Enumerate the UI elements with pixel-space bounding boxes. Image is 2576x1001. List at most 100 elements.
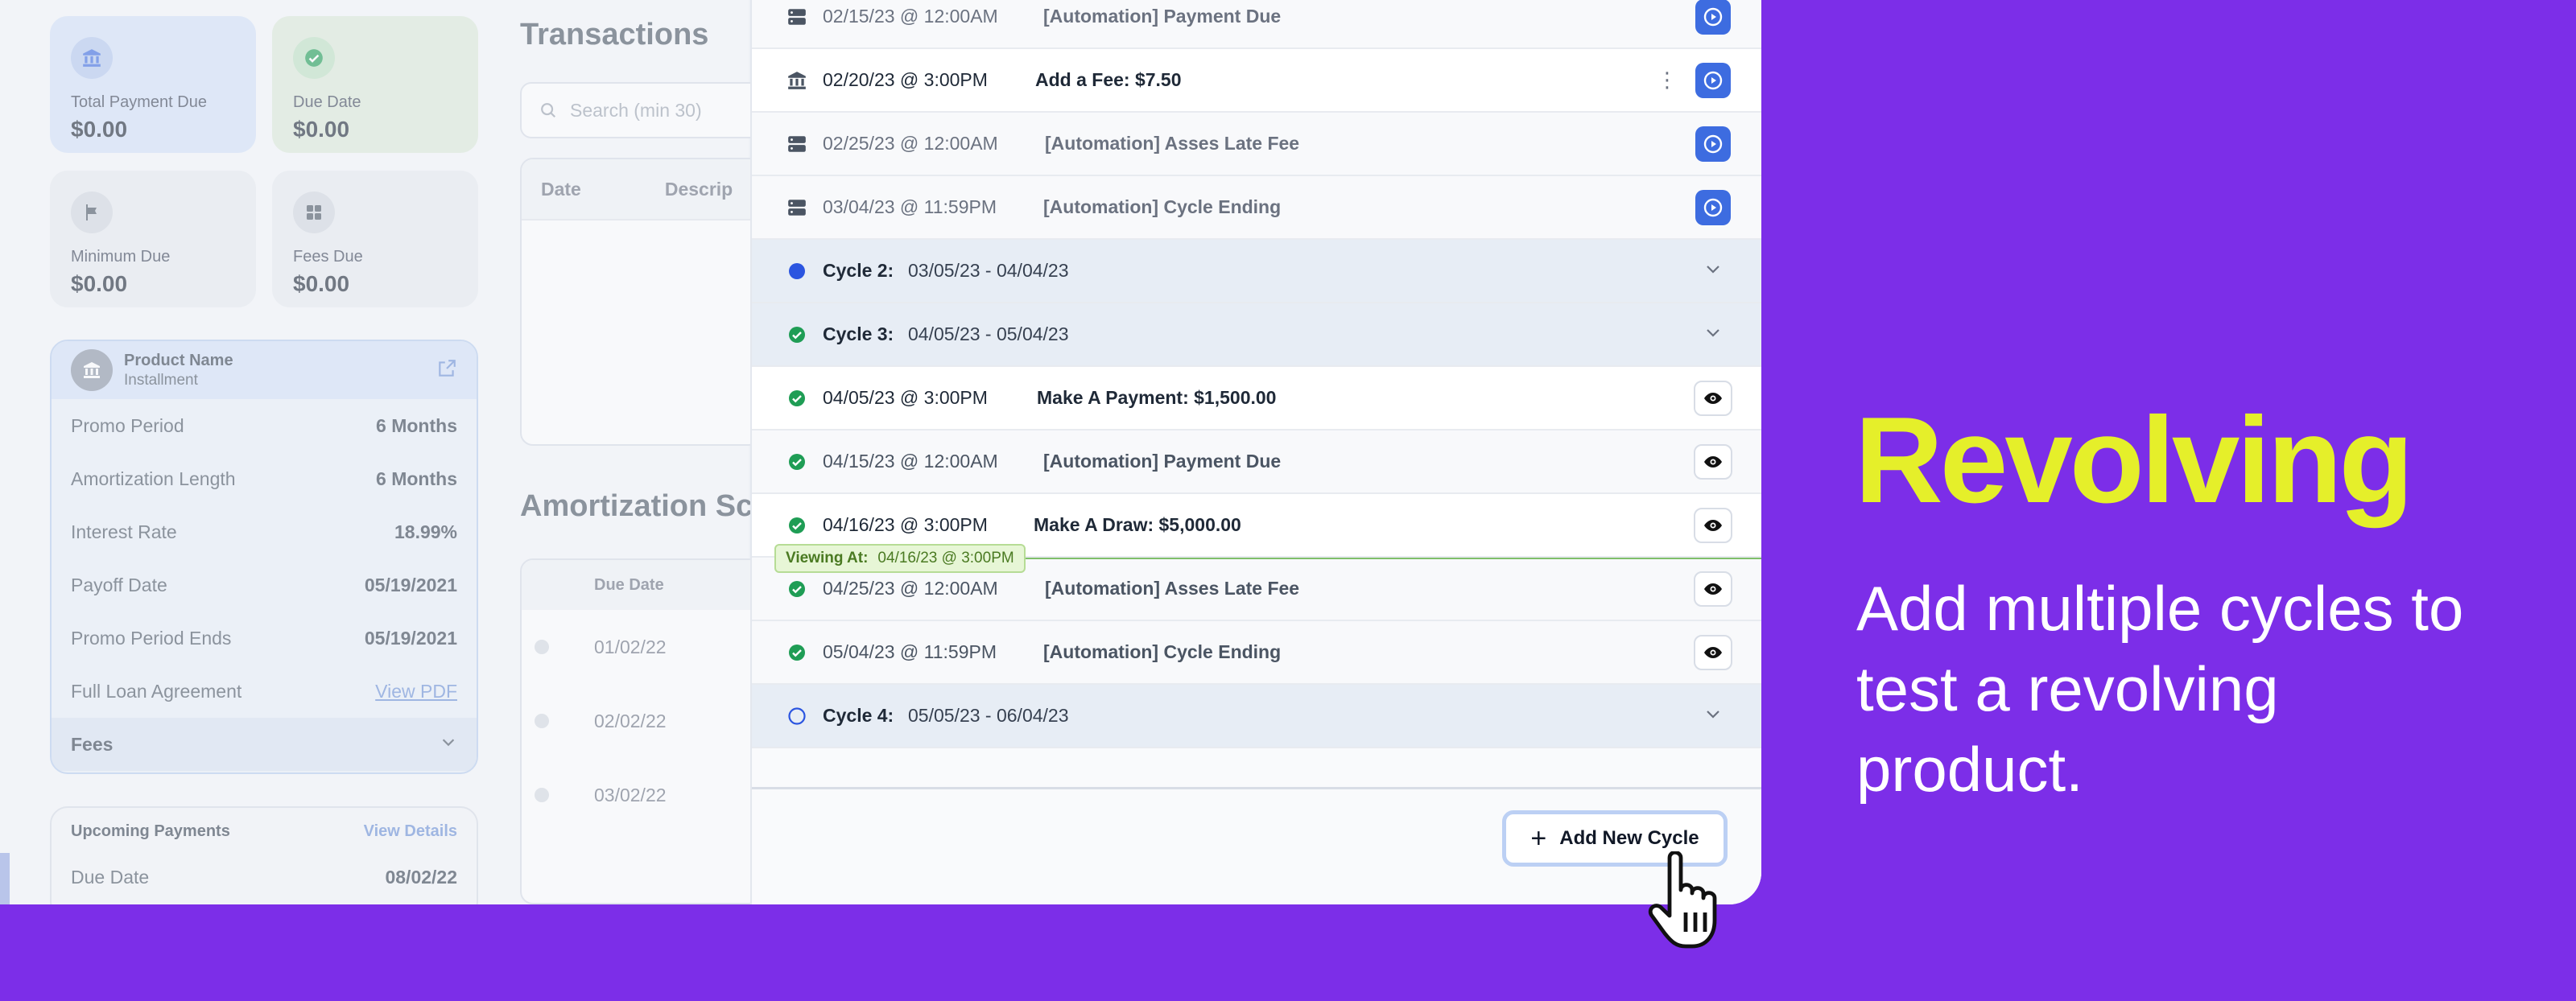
event-date: 03/04/23 @ 11:59PM: [823, 196, 997, 217]
row-label: Payoff Date: [71, 574, 167, 595]
external-link-icon[interactable]: [436, 358, 457, 383]
chevron-down-icon[interactable]: [1703, 259, 1723, 282]
row-due-date: 02/02/22: [594, 710, 667, 731]
row-due-date: 01/02/22: [594, 636, 667, 657]
scroll-indicator: [0, 853, 10, 904]
event-name: [Automation] Payment Due: [1043, 451, 1282, 472]
product-row-amortization-length: Amortization Length 6 Months: [52, 452, 477, 505]
upcoming-payments-card: Upcoming Payments View Details Due Date …: [50, 806, 478, 904]
event-date: 05/04/23 @ 11:59PM: [823, 641, 997, 662]
event-name: [Automation] Cycle Ending: [1043, 196, 1282, 217]
cycle-label: Cycle 2:: [823, 260, 894, 281]
flag-icon: [71, 192, 113, 233]
stat-value: $0.00: [71, 271, 128, 296]
stat-card-minimum-due: Minimum Due $0.00: [50, 171, 256, 307]
check-circle-icon: [786, 387, 808, 410]
stat-card-due-date: Due Date $0.00: [272, 16, 478, 153]
cycle-range: 05/05/23 - 06/04/23: [908, 705, 1069, 726]
cycle-row-4[interactable]: Cycle 4: 05/05/23 - 06/04/23: [752, 685, 1761, 748]
view-button[interactable]: [1694, 507, 1732, 543]
stat-card-total-payment-due: Total Payment Due $0.00: [50, 16, 256, 153]
check-circle-icon: [786, 641, 808, 664]
viewing-at-tag: Viewing At: 04/16/23 @ 3:00PM: [774, 544, 1026, 573]
row-value: 18.99%: [394, 521, 457, 542]
product-header: Product Name Installment: [52, 341, 477, 399]
pending-cycle-icon: [786, 705, 808, 727]
view-details-link[interactable]: View Details: [364, 822, 457, 841]
view-pdf-link[interactable]: View PDF: [375, 681, 457, 702]
row-value: 05/19/2021: [364, 627, 457, 649]
timeline-row[interactable]: 02/20/23 @ 3:00PM Add a Fee: $7.50 ⋮: [752, 49, 1761, 113]
column-header-description[interactable]: Descrip: [665, 179, 733, 200]
grid-icon: [293, 192, 335, 233]
cycle-range: 03/05/23 - 04/04/23: [908, 260, 1069, 281]
check-circle-icon: [786, 514, 808, 537]
view-button[interactable]: [1694, 380, 1732, 416]
row-value: 6 Months: [376, 468, 457, 489]
upcoming-title: Upcoming Payments: [71, 822, 230, 840]
timeline-row[interactable]: 03/04/23 @ 11:59PM [Automation] Cycle En…: [752, 176, 1761, 240]
timeline-row[interactable]: 02/25/23 @ 12:00AM [Automation] Asses La…: [752, 113, 1761, 176]
event-name: Add a Fee: $7.50: [1035, 69, 1182, 90]
stat-label: Fees Due: [293, 248, 363, 266]
stat-card-fees-due: Fees Due $0.00: [272, 171, 478, 307]
row-label: Interest Rate: [71, 521, 177, 542]
cycle-row-3[interactable]: Cycle 3: 04/05/23 - 05/04/23: [752, 303, 1761, 367]
timeline-row[interactable]: 02/15/23 @ 12:00AM [Automation] Payment …: [752, 0, 1761, 49]
row-due-date: 03/02/22: [594, 784, 667, 805]
viewing-label: Viewing At:: [786, 550, 869, 566]
eye-icon: [1704, 519, 1722, 531]
stat-value: $0.00: [293, 271, 350, 296]
play-button[interactable]: [1695, 0, 1731, 35]
row-value: 05/19/2021: [364, 574, 457, 595]
event-date: 02/20/23 @ 3:00PM: [823, 69, 988, 90]
event-date: 02/25/23 @ 12:00AM: [823, 133, 998, 154]
play-button[interactable]: [1695, 189, 1731, 225]
search-input[interactable]: Search (min 30): [520, 82, 762, 138]
background-dashboard: Total Payment Due $0.00 Due Date $0.00 M…: [0, 0, 762, 904]
active-cycle-dot-icon: [786, 260, 808, 282]
timeline-row[interactable]: 05/04/23 @ 11:59PM [Automation] Cycle En…: [752, 621, 1761, 685]
timeline-row[interactable]: 04/15/23 @ 12:00AM [Automation] Payment …: [752, 430, 1761, 494]
view-button[interactable]: [1694, 443, 1732, 480]
chevron-down-icon: [440, 733, 457, 756]
chevron-down-icon[interactable]: [1703, 323, 1723, 346]
viewing-value: 04/16/23 @ 3:00PM: [877, 550, 1014, 566]
app-window: Total Payment Due $0.00 Due Date $0.00 M…: [0, 0, 1761, 904]
product-row-promo-period: Promo Period 6 Months: [52, 399, 477, 452]
column-header-date[interactable]: Date: [541, 179, 581, 200]
bank-icon: [71, 349, 113, 391]
product-type: Installment: [124, 371, 198, 389]
add-cycle-label: Add New Cycle: [1559, 827, 1699, 849]
stat-label: Total Payment Due: [71, 93, 207, 111]
cycle-timeline-panel: 02/15/23 @ 12:00AM [Automation] Payment …: [750, 0, 1761, 904]
row-value: 6 Months: [376, 414, 457, 436]
marketing-headline: Revolving: [1855, 392, 2413, 529]
cycle-row-2[interactable]: Cycle 2: 03/05/23 - 04/04/23: [752, 240, 1761, 303]
event-name: [Automation] Asses Late Fee: [1045, 133, 1300, 154]
event-date: 04/16/23 @ 3:00PM: [823, 514, 988, 535]
timeline-row[interactable]: 04/05/23 @ 3:00PM Make A Payment: $1,500…: [752, 367, 1761, 430]
play-icon: [1703, 7, 1723, 26]
check-circle-icon: [786, 451, 808, 473]
product-row-interest-rate: Interest Rate 18.99%: [52, 505, 477, 558]
transactions-table: Date Descrip: [520, 158, 762, 446]
server-icon: [786, 133, 808, 155]
chevron-down-icon[interactable]: [1703, 704, 1723, 727]
fees-accordion[interactable]: Fees: [52, 718, 477, 771]
table-row: 03/02/22: [522, 758, 760, 832]
view-button[interactable]: [1694, 571, 1732, 607]
table-row: 01/02/22: [522, 610, 760, 684]
more-options-icon[interactable]: ⋮: [1657, 68, 1678, 93]
event-date: 04/15/23 @ 12:00AM: [823, 451, 998, 472]
event-name: [Automation] Asses Late Fee: [1045, 578, 1300, 599]
amortization-table: Due Date 01/02/22 02/02/22 03/02/22: [520, 558, 762, 904]
cycle-range: 04/05/23 - 05/04/23: [908, 323, 1069, 344]
column-header-due-date: Due Date: [522, 560, 760, 610]
play-button[interactable]: [1695, 126, 1731, 162]
fees-label: Fees: [71, 733, 114, 755]
view-button[interactable]: [1694, 634, 1732, 670]
event-date: 04/05/23 @ 3:00PM: [823, 387, 988, 408]
play-button[interactable]: [1695, 62, 1731, 98]
product-row-loan-agreement: Full Loan Agreement View PDF: [52, 665, 477, 718]
